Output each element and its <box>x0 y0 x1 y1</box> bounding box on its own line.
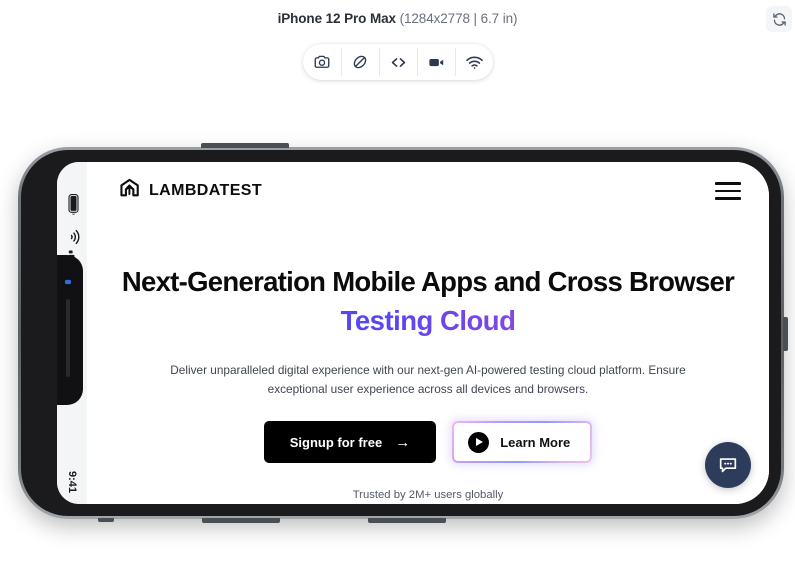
volume-up-button[interactable] <box>202 518 280 523</box>
phone-outer-frame: 9:41 LAMBDATEST Next-Generation Mobile A… <box>18 143 788 523</box>
arrow-right-icon: → <box>395 433 411 451</box>
learn-more-inner: Learn More <box>454 423 591 462</box>
device-toolbar-header: iPhone 12 Pro Max (1284x2778 | 6.7 in) <box>0 0 795 40</box>
learn-more-label: Learn More <box>500 434 571 450</box>
hero-cta-row: Signup for free → Learn More <box>87 421 769 464</box>
wifi-icon <box>57 228 87 246</box>
lambdatest-logo-icon <box>119 178 140 204</box>
phone-screen: 9:41 LAMBDATEST Next-Generation Mobile A… <box>57 162 769 504</box>
hero-section: Next-Generation Mobile Apps and Cross Br… <box>87 220 769 501</box>
hero-subheadline: Deliver unparalleled digital experience … <box>170 362 686 396</box>
device-specs: (1284x2778 | 6.7 in) <box>399 11 518 26</box>
device-action-toolbar <box>303 44 493 80</box>
mute-switch[interactable] <box>98 518 114 522</box>
front-camera-icon <box>63 277 73 287</box>
signup-for-free-button[interactable]: Signup for free → <box>263 421 437 464</box>
power-button[interactable] <box>201 143 289 148</box>
signup-button-label: Signup for free <box>289 434 383 450</box>
refresh-icon[interactable] <box>766 6 792 32</box>
device-name: iPhone 12 Pro Max <box>277 11 396 26</box>
trusted-by-text: Trusted by 2M+ users globally <box>352 489 504 502</box>
rotate-orientation-icon[interactable] <box>341 44 379 80</box>
brand-name: LAMBDATEST <box>149 182 263 199</box>
chat-bubble-icon[interactable] <box>705 442 751 488</box>
learn-more-button[interactable]: Learn More <box>452 421 593 464</box>
phone-bezel: 9:41 LAMBDATEST Next-Generation Mobile A… <box>21 150 781 516</box>
hero-headline-accent: Testing Cloud <box>87 305 769 337</box>
site-header: LAMBDATEST <box>87 162 769 220</box>
side-button[interactable] <box>783 317 788 351</box>
battery-icon <box>57 194 87 215</box>
screenshot-icon[interactable] <box>303 44 341 80</box>
devtools-code-icon[interactable] <box>379 44 417 80</box>
hamburger-line <box>715 182 741 185</box>
device-title: iPhone 12 Pro Max (1284x2778 | 6.7 in) <box>0 11 795 26</box>
hamburger-menu-icon[interactable] <box>715 182 741 200</box>
brand-logo[interactable]: LAMBDATEST <box>119 178 262 204</box>
device-preview-frame: 9:41 LAMBDATEST Next-Generation Mobile A… <box>18 143 788 523</box>
network-throttle-icon[interactable] <box>455 44 493 80</box>
hamburger-line <box>715 197 741 200</box>
hero-headline: Next-Generation Mobile Apps and Cross Br… <box>121 266 735 297</box>
earpiece-speaker <box>66 299 70 377</box>
record-video-icon[interactable] <box>417 44 455 80</box>
status-bar-time: 9:41 <box>66 470 78 494</box>
rendered-webpage: LAMBDATEST Next-Generation Mobile Apps a… <box>87 162 769 504</box>
volume-down-button[interactable] <box>368 518 446 523</box>
device-notch <box>57 255 83 405</box>
play-icon <box>468 431 490 453</box>
hamburger-line <box>715 189 741 193</box>
